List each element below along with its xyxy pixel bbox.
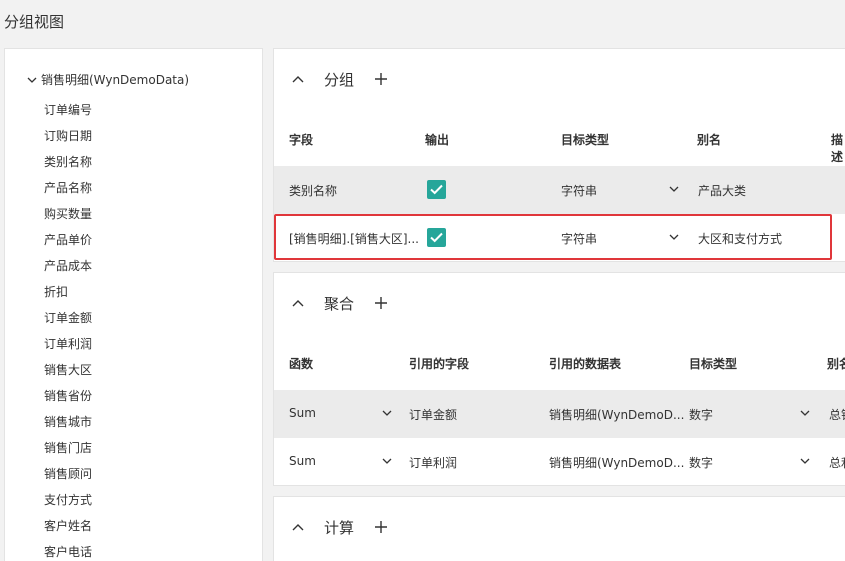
group-section-header: 分组 bbox=[274, 49, 845, 109]
alias-input[interactable]: 产品大类 bbox=[698, 182, 746, 199]
col-header-function: 函数 bbox=[289, 357, 314, 371]
col-header-description: 描述 bbox=[831, 133, 844, 164]
field-tree-panel: 销售明细(WynDemoData) 订单编号 订购日期 类别名称 产品名称 购买… bbox=[4, 48, 263, 561]
chevron-down-icon[interactable] bbox=[382, 409, 392, 417]
target-type-select[interactable]: 字符串 bbox=[561, 182, 597, 199]
field-item[interactable]: 购买数量 bbox=[44, 201, 92, 227]
tree-root-label: 销售明细(WynDemoData) bbox=[41, 73, 190, 87]
field-item[interactable]: 订单金额 bbox=[44, 305, 92, 331]
field-item[interactable]: 订单利润 bbox=[44, 331, 92, 357]
aggregate-section-header: 聚合 bbox=[274, 273, 845, 333]
field-item[interactable]: 折扣 bbox=[44, 279, 92, 305]
chevron-up-icon[interactable] bbox=[291, 297, 305, 309]
aggregate-section-title: 聚合 bbox=[324, 295, 355, 313]
col-header-alias: 别名 bbox=[697, 133, 722, 147]
col-header-field: 字段 bbox=[289, 133, 314, 147]
chevron-up-icon[interactable] bbox=[291, 73, 305, 85]
col-header-alias: 别名 bbox=[827, 357, 845, 371]
target-type-select[interactable]: 数字 bbox=[689, 454, 713, 471]
plus-icon[interactable] bbox=[374, 296, 388, 310]
table-row[interactable]: Sum 订单利润 销售明细(WynDemoD... 数字 总利 bbox=[274, 438, 845, 486]
field-item[interactable]: 销售大区 bbox=[44, 357, 92, 383]
group-section-title: 分组 bbox=[324, 71, 355, 89]
ref-table-cell: 销售明细(WynDemoD... bbox=[549, 456, 685, 470]
ref-table-cell: 销售明细(WynDemoD... bbox=[549, 408, 685, 422]
calc-section: 计算 bbox=[273, 496, 845, 561]
plus-icon[interactable] bbox=[374, 520, 388, 534]
col-header-ref-table: 引用的数据表 bbox=[549, 357, 622, 371]
field-item[interactable]: 订单编号 bbox=[44, 97, 92, 123]
ref-field-cell: 订单金额 bbox=[409, 408, 458, 422]
col-header-output: 输出 bbox=[425, 133, 450, 147]
chevron-down-icon[interactable] bbox=[382, 457, 392, 465]
field-item[interactable]: 客户姓名 bbox=[44, 513, 92, 539]
col-header-target-type: 目标类型 bbox=[561, 133, 610, 147]
highlight-box bbox=[274, 214, 832, 260]
chevron-down-icon[interactable] bbox=[800, 457, 810, 465]
field-item[interactable]: 客户电话 bbox=[44, 539, 92, 561]
col-header-ref-field: 引用的字段 bbox=[409, 357, 470, 371]
table-row[interactable]: 类别名称 字符串 产品大类 bbox=[274, 166, 845, 214]
chevron-down-icon[interactable] bbox=[800, 409, 810, 417]
table-row[interactable]: Sum 订单金额 销售明细(WynDemoD... 数字 总销 bbox=[274, 390, 845, 438]
field-item[interactable]: 产品名称 bbox=[44, 175, 92, 201]
function-select[interactable]: Sum bbox=[289, 454, 316, 468]
page-title: 分组视图 bbox=[4, 13, 65, 31]
output-checkbox[interactable] bbox=[427, 180, 446, 199]
aggregate-section: 聚合 函数 引用的字段 引用的数据表 目标类型 别名 Sum 订单金额 销售明细… bbox=[273, 272, 845, 486]
field-list: 订单编号 订购日期 类别名称 产品名称 购买数量 产品单价 产品成本 折扣 订单… bbox=[44, 97, 92, 561]
calc-section-header: 计算 bbox=[274, 497, 845, 557]
field-item[interactable]: 类别名称 bbox=[44, 149, 92, 175]
field-item[interactable]: 销售省份 bbox=[44, 383, 92, 409]
field-item[interactable]: 销售顾问 bbox=[44, 461, 92, 487]
alias-input[interactable]: 总销 bbox=[829, 406, 845, 423]
field-item[interactable]: 产品单价 bbox=[44, 227, 92, 253]
tree-root-node[interactable]: 销售明细(WynDemoData) bbox=[25, 71, 189, 88]
chevron-up-icon[interactable] bbox=[291, 521, 305, 533]
function-select[interactable]: Sum bbox=[289, 406, 316, 420]
target-type-select[interactable]: 数字 bbox=[689, 406, 713, 423]
col-header-target-type: 目标类型 bbox=[689, 357, 738, 371]
chevron-down-icon[interactable] bbox=[25, 73, 39, 87]
plus-icon[interactable] bbox=[374, 72, 388, 86]
field-item[interactable]: 销售城市 bbox=[44, 409, 92, 435]
check-icon bbox=[430, 184, 443, 195]
calc-section-title: 计算 bbox=[324, 519, 355, 537]
field-item[interactable]: 销售门店 bbox=[44, 435, 92, 461]
ref-field-cell: 订单利润 bbox=[409, 456, 458, 470]
alias-input[interactable]: 总利 bbox=[829, 454, 845, 471]
group-field-cell: 类别名称 bbox=[289, 184, 338, 198]
field-item[interactable]: 支付方式 bbox=[44, 487, 92, 513]
chevron-down-icon[interactable] bbox=[669, 185, 679, 193]
field-item[interactable]: 产品成本 bbox=[44, 253, 92, 279]
field-item[interactable]: 订购日期 bbox=[44, 123, 92, 149]
